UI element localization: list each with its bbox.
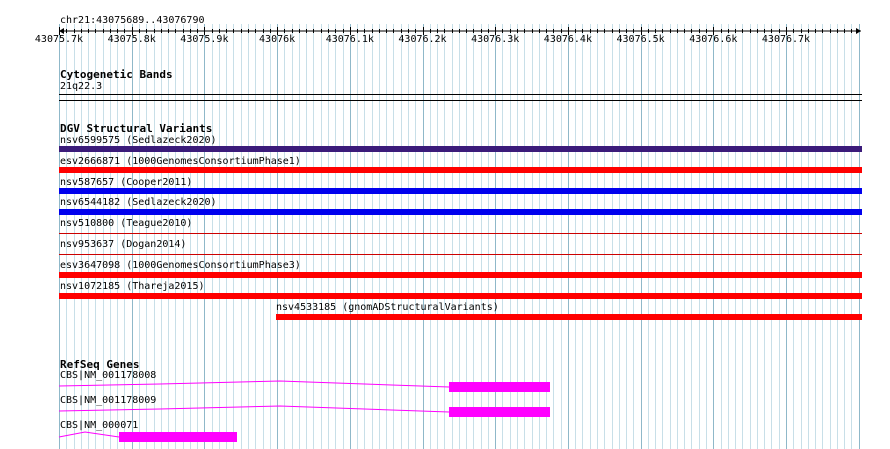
gene-intron xyxy=(58,380,450,388)
gene-models xyxy=(58,380,550,442)
gene-exon xyxy=(449,407,550,417)
gene-intron xyxy=(58,431,120,438)
gene-intron xyxy=(58,405,450,413)
gene-exon xyxy=(449,382,550,392)
gene-exon xyxy=(119,432,237,442)
